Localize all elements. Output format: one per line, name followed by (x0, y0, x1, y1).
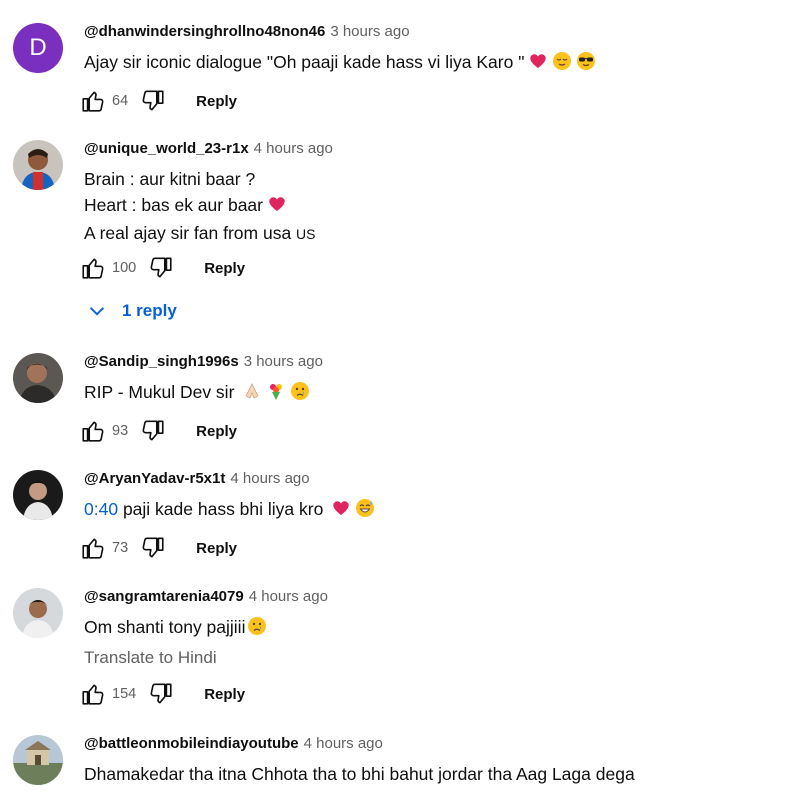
like-icon[interactable] (80, 681, 106, 707)
comment-actions: 100 Reply (80, 255, 245, 281)
comment-author[interactable]: @battleonmobileindiayoutube (84, 735, 299, 752)
comment-actions: 93 Reply (80, 418, 237, 444)
dislike-icon[interactable] (148, 255, 174, 281)
reply-button[interactable]: Reply (204, 260, 245, 277)
view-replies-button[interactable]: 1 reply (86, 300, 177, 322)
like-icon[interactable] (80, 255, 106, 281)
comment-actions: 73 Reply (80, 535, 237, 561)
comment-line: A real ajay sir fan from usa US (84, 223, 316, 243)
comment-author[interactable]: @AryanYadav-r5x1t (84, 470, 225, 487)
comment-time[interactable]: 4 hours ago (249, 588, 328, 605)
grinning-sweat-face-icon (355, 498, 375, 526)
crying-face-icon (247, 616, 267, 644)
dislike-icon[interactable] (140, 418, 166, 444)
avatar[interactable] (13, 353, 63, 403)
reply-button[interactable]: Reply (196, 540, 237, 557)
us-flag-text: US (296, 226, 316, 242)
translate-button[interactable]: Translate to Hindi (84, 648, 217, 668)
like-count: 64 (112, 93, 129, 109)
like-count: 100 (112, 260, 137, 276)
comment-text: Ajay sir iconic dialogue "Oh paaji kade … (84, 50, 596, 79)
like-count: 73 (112, 540, 129, 556)
comment-body: Ajay sir iconic dialogue "Oh paaji kade … (84, 52, 525, 72)
comment-author[interactable]: @unique_world_23-r1x (84, 140, 249, 157)
timestamp-link[interactable]: 0:40 (84, 499, 118, 519)
comment-author[interactable]: @sangramtarenia4079 (84, 588, 244, 605)
comment-time[interactable]: 3 hours ago (244, 353, 323, 370)
red-heart-icon (528, 51, 548, 79)
comment-text: Dhamakedar tha itna Chhota tha to bhi ba… (84, 762, 635, 788)
chevron-down-icon (89, 307, 105, 316)
avatar[interactable] (13, 470, 63, 520)
comment-line: Brain : aur kitni baar ? (84, 169, 256, 189)
reply-button[interactable]: Reply (196, 423, 237, 440)
sunglasses-face-icon (576, 51, 596, 79)
reply-button[interactable]: Reply (204, 686, 245, 703)
comment-author[interactable]: @Sandip_singh1996s (84, 353, 239, 370)
comment-actions: 64 Reply (80, 88, 237, 114)
relieved-face-icon (552, 51, 572, 79)
comment-text: 0:40 paji kade hass bhi liya kro (84, 497, 375, 526)
comment-actions: 154 Reply (80, 681, 245, 707)
crying-face-icon (290, 381, 310, 409)
like-icon[interactable] (80, 418, 106, 444)
avatar[interactable] (13, 588, 63, 638)
like-count: 154 (112, 686, 137, 702)
avatar[interactable] (13, 140, 63, 190)
comment-body: paji kade hass bhi liya kro (122, 499, 324, 519)
like-icon[interactable] (80, 535, 106, 561)
comment-text: RIP - Mukul Dev sir (84, 380, 310, 409)
folded-hands-icon (242, 381, 262, 409)
comment-text: Om shanti tony pajjiii (84, 615, 267, 644)
comment-line: Heart : bas ek aur baar (84, 193, 316, 222)
comment-author[interactable]: @dhanwindersinghrollno48non46 (84, 23, 325, 40)
replies-label: 1 reply (122, 301, 177, 320)
dislike-icon[interactable] (148, 681, 174, 707)
like-count: 93 (112, 423, 129, 439)
reply-button[interactable]: Reply (196, 93, 237, 110)
comment-time[interactable]: 3 hours ago (330, 23, 409, 40)
comment-body: Dhamakedar tha itna Chhota tha to bhi ba… (84, 764, 635, 784)
like-icon[interactable] (80, 88, 106, 114)
comment-time[interactable]: 4 hours ago (230, 470, 309, 487)
dislike-icon[interactable] (140, 535, 166, 561)
comment-body: RIP - Mukul Dev sir (84, 382, 235, 402)
red-heart-icon (267, 194, 287, 222)
comment-text: Brain : aur kitni baar ? Heart : bas ek … (84, 167, 316, 248)
red-heart-icon (331, 498, 351, 526)
comment-time[interactable]: 4 hours ago (304, 735, 383, 752)
avatar[interactable] (13, 735, 63, 785)
dislike-icon[interactable] (140, 88, 166, 114)
avatar[interactable]: D (13, 23, 63, 73)
bouquet-icon (266, 381, 286, 409)
comment-time[interactable]: 4 hours ago (254, 140, 333, 157)
comment-body: Om shanti tony pajjiii (84, 617, 246, 637)
